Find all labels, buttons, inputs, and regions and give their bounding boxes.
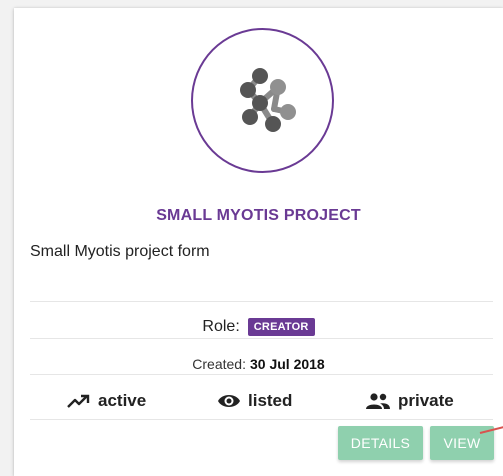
trending-up-icon	[67, 394, 90, 408]
people-icon	[366, 393, 390, 409]
status-active: active	[67, 391, 146, 411]
created-date: 30 Jul 2018	[249, 356, 325, 372]
status-listed: listed	[217, 391, 292, 411]
divider	[30, 419, 493, 420]
molecule-icon	[239, 67, 296, 132]
divider	[30, 301, 493, 302]
project-title: SMALL MYOTIS PROJECT	[156, 207, 361, 224]
role-badge: CREATOR	[247, 318, 315, 336]
divider	[30, 338, 493, 339]
created-row: Created: 30 Jul 2018	[14, 347, 503, 381]
project-logo	[191, 28, 334, 173]
details-button[interactable]: DETAILS	[338, 426, 423, 460]
created-label: Created:	[192, 356, 246, 372]
status-listed-label: listed	[248, 391, 293, 410]
project-card: SMALL MYOTIS PROJECT Small Myotis projec…	[14, 8, 503, 476]
status-private-label: private	[398, 391, 454, 410]
role-label: Role:	[202, 318, 240, 335]
project-description: Small Myotis project form	[30, 243, 210, 260]
status-private: private	[365, 391, 454, 411]
status-active-label: active	[98, 391, 147, 410]
status-row: active listed private	[30, 383, 493, 419]
divider	[30, 374, 493, 375]
eye-icon	[218, 395, 240, 407]
